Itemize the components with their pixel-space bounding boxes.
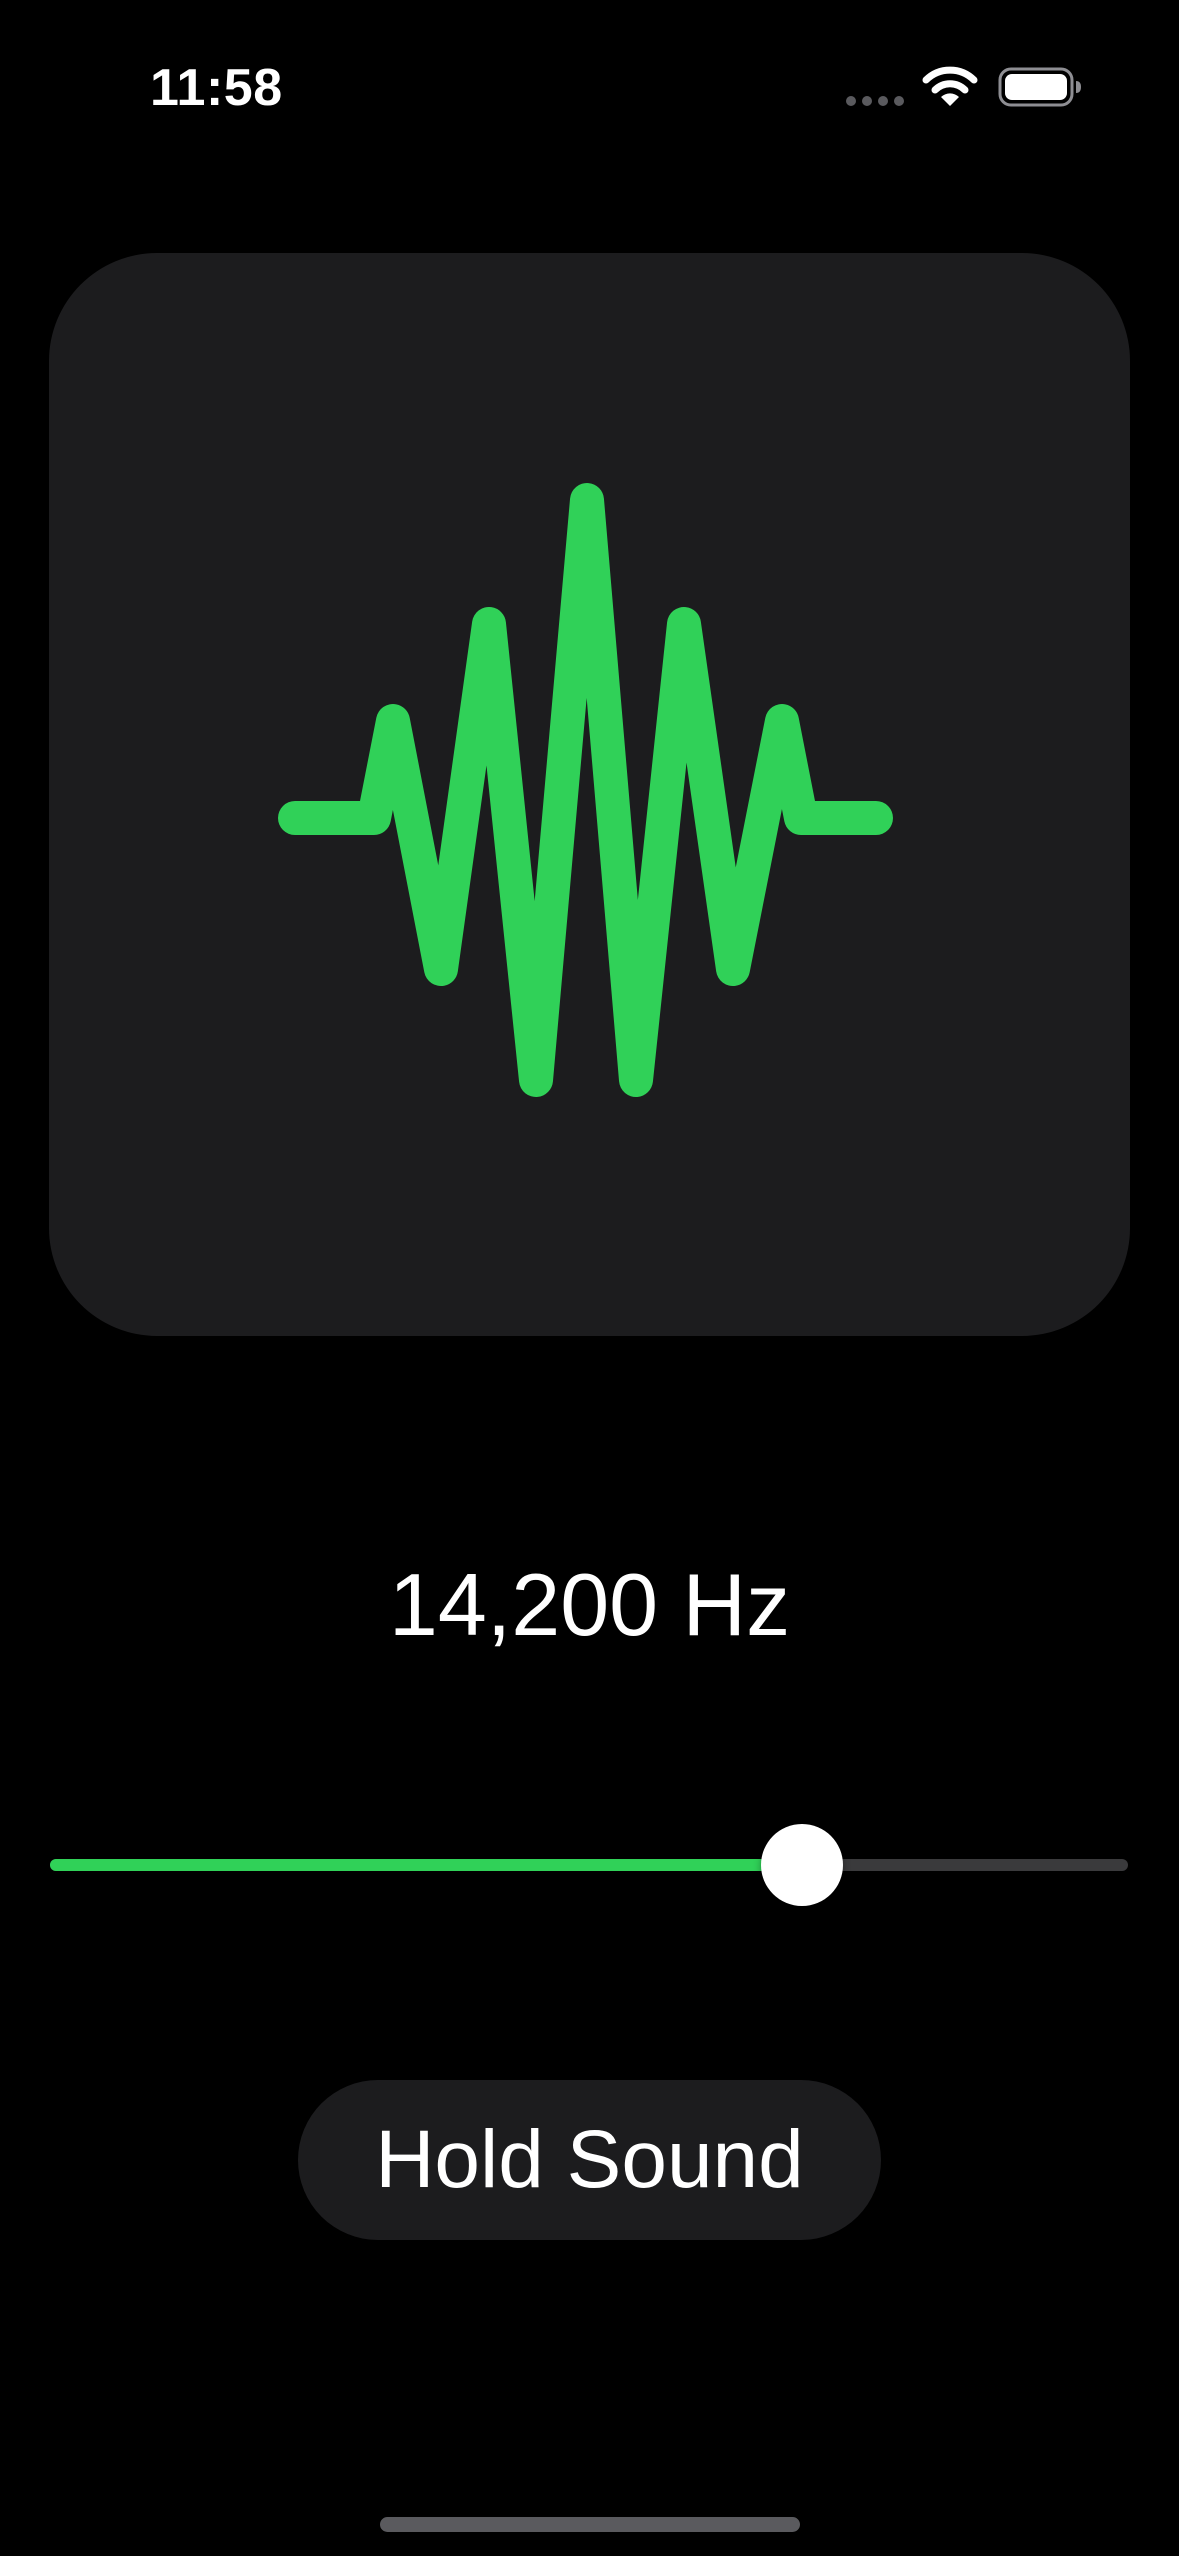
frequency-slider[interactable] <box>50 1820 1128 1910</box>
hold-sound-button[interactable]: Hold Sound <box>298 2080 881 2240</box>
slider-thumb[interactable] <box>761 1824 843 1906</box>
signal-dots-icon <box>846 96 904 106</box>
waveform-line <box>278 483 893 1097</box>
status-bar: 11:58 <box>0 0 1179 170</box>
waveform-icon <box>278 483 893 1097</box>
battery-icon <box>998 67 1081 107</box>
home-indicator <box>380 2517 800 2532</box>
waveform-card <box>49 253 1130 1336</box>
frequency-readout: 14,200 Hz <box>388 1555 791 1654</box>
slider-fill <box>50 1859 802 1871</box>
wifi-icon <box>922 66 978 106</box>
status-time: 11:58 <box>150 59 283 117</box>
